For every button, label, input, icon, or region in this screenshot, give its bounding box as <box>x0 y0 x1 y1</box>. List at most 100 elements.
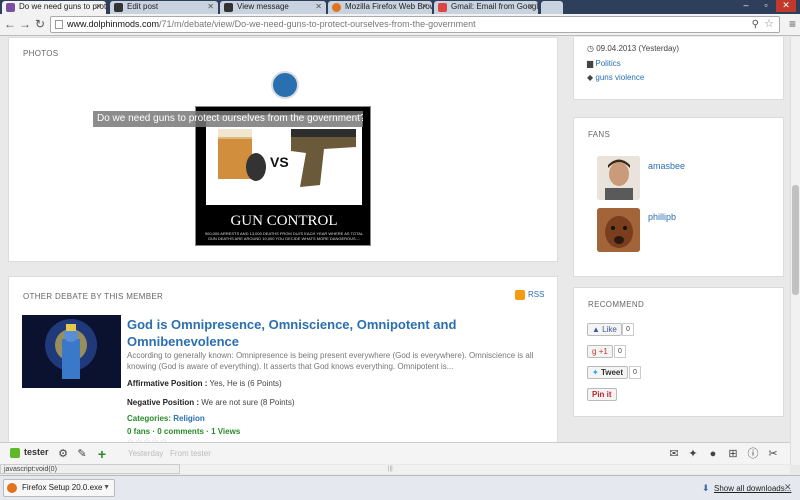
close-tab-icon[interactable]: ✕ <box>95 1 102 13</box>
username: tester <box>24 447 49 457</box>
download-arrow-icon: ⬇ <box>702 483 710 493</box>
bookmark-star-icon[interactable]: ☆ <box>764 17 774 32</box>
wrench-icon[interactable]: ✂ <box>766 447 780 461</box>
avatar[interactable] <box>597 156 640 200</box>
close-tab-icon[interactable]: ✕ <box>207 1 214 13</box>
pin-it-button[interactable]: Pin it <box>587 388 617 401</box>
back-icon[interactable]: ← <box>3 17 17 31</box>
fans-count-link[interactable]: 0 fans <box>127 427 150 436</box>
views-count: 1 Views <box>211 427 241 436</box>
categories-label: Categories: <box>127 414 172 423</box>
tab-view-message[interactable]: View message ✕ <box>220 1 326 14</box>
negative-label: Negative Position : <box>127 398 200 407</box>
menu-icon[interactable]: ≡ <box>789 17 796 31</box>
faint-text-from: From tester <box>170 449 211 458</box>
gear-icon[interactable]: ⚙ <box>56 447 70 461</box>
site-favicon-icon <box>6 3 15 12</box>
edit-icon[interactable]: ✎ <box>75 447 89 461</box>
mail-icon[interactable]: ✉ <box>667 447 681 461</box>
tab-debate[interactable]: Do we need guns to prote ✕ <box>2 1 106 14</box>
info-icon[interactable]: ⓘ <box>746 447 760 461</box>
forward-icon[interactable]: → <box>18 17 32 31</box>
tag-link[interactable]: guns violence <box>595 73 644 82</box>
zoom-icon[interactable]: ⚲ <box>752 17 759 32</box>
close-downloads-icon[interactable]: ✕ <box>784 482 792 493</box>
twitter-icon[interactable]: ✦ <box>686 447 700 461</box>
tag-icon: ◆ <box>587 73 594 82</box>
affirmative-position: Affirmative Position : Yes, He is (6 Poi… <box>127 379 282 388</box>
show-all-downloads-link[interactable]: Show all downloads... <box>714 484 791 493</box>
like-label: Like <box>602 325 617 334</box>
category-politics-link[interactable]: Politics <box>595 59 620 68</box>
tweet-count: 0 <box>629 366 641 379</box>
image-title: GUN CONTROL <box>230 213 338 229</box>
url-input[interactable]: www.dolphinmods.com/71/m/debate/view/Do-… <box>50 16 780 33</box>
close-tab-icon[interactable]: ✕ <box>527 1 534 13</box>
tab-bar: Do we need guns to prote ✕ Edit post ✕ V… <box>0 0 800 14</box>
tab-edit-post[interactable]: Edit post ✕ <box>110 1 218 14</box>
debate-title-link[interactable]: God is Omnipresence, Omniscience, Omnipo… <box>127 316 537 350</box>
horizontal-scrollbar[interactable]: ||| <box>180 465 790 474</box>
tag-line: ◆ guns violence <box>587 73 644 82</box>
fan-name-link[interactable]: phillipb <box>648 212 676 222</box>
close-tab-icon[interactable]: ✕ <box>421 1 428 13</box>
debate-photo[interactable]: VS GUN CONTROL 900,000 ARRESTS AND 13,00… <box>195 106 371 246</box>
comments-count-link[interactable]: 0 comments <box>157 427 204 436</box>
debate-thumbnail[interactable] <box>22 315 121 388</box>
reload-icon[interactable]: ↻ <box>33 17 47 31</box>
thumbs-up-icon: ▲ <box>592 325 600 334</box>
tweet-label: Tweet <box>600 368 624 377</box>
folder-icon: ▆ <box>587 59 594 68</box>
fan-photo-phillipb <box>597 208 640 252</box>
maximize-icon[interactable]: ▫ <box>756 0 776 12</box>
twitter-bird-icon: ✦ <box>592 368 599 377</box>
like-count: 0 <box>622 323 634 336</box>
address-toolbar: ← → ↻ www.dolphinmods.com/71/m/debate/vi… <box>0 14 800 36</box>
vs-text: VS <box>270 154 289 170</box>
close-tab-icon[interactable]: ✕ <box>315 1 322 13</box>
tab-mozilla[interactable]: Mozilla Firefox Web Brow ✕ <box>328 1 432 14</box>
add-icon[interactable]: + <box>95 447 109 461</box>
cart-icon[interactable]: ⊞ <box>726 447 740 461</box>
window-close-icon[interactable]: ✕ <box>776 0 796 12</box>
other-debate-title: OTHER DEBATE BY THIS MEMBER <box>23 292 164 301</box>
tab-label: View message <box>237 2 289 11</box>
tweet-button[interactable]: ✦ Tweet <box>587 366 629 379</box>
affirmative-value: Yes, He is (6 Points) <box>209 379 282 388</box>
new-tab-button[interactable] <box>541 1 563 14</box>
facebook-like-button[interactable]: ▲ Like <box>587 323 622 336</box>
photo-caption: Do we need guns to protect ourselves fro… <box>93 111 363 127</box>
post-date: 09.04.2013 (Yesterday) <box>596 44 680 53</box>
user-icon[interactable]: ● <box>706 447 720 461</box>
page-content: PHOTOS VS GUN CONTROL 900,000 ARRESTS AN… <box>0 37 790 442</box>
google-plus-icon: g <box>592 347 597 356</box>
firefox-installer-icon <box>7 483 17 493</box>
vertical-scrollbar[interactable] <box>790 37 800 465</box>
avatar[interactable] <box>597 208 640 252</box>
rss-link[interactable]: RSS <box>515 290 544 300</box>
download-item[interactable]: Firefox Setup 20.0.exe ▼ <box>3 479 115 497</box>
status-bar: javascript:void(0) <box>0 464 180 474</box>
minimize-icon[interactable]: – <box>736 0 756 12</box>
site-logo-icon <box>271 71 299 99</box>
terminal-icon <box>114 3 123 12</box>
user-menu[interactable]: tester <box>10 447 49 458</box>
deity-image <box>22 315 121 388</box>
photos-title: PHOTOS <box>23 49 59 58</box>
gplus-label: +1 <box>598 347 608 356</box>
clock-icon: ◷ <box>587 44 594 53</box>
tab-label: Do we need guns to prote <box>19 2 106 11</box>
categories: Categories: Religion <box>127 414 205 423</box>
scrollbar-thumb[interactable] <box>792 185 799 295</box>
scroll-grip-icon[interactable]: ||| <box>388 466 398 472</box>
gmail-icon <box>438 3 447 12</box>
negative-value: We are not sure (8 Points) <box>201 398 295 407</box>
fan-name-link[interactable]: amasbee <box>648 161 685 171</box>
google-plus-button[interactable]: g +1 <box>587 345 613 358</box>
faint-text-date: Yesterday <box>128 449 164 458</box>
tab-gmail[interactable]: Gmail: Email from Google ✕ <box>434 1 538 14</box>
url-host: www.dolphinmods.com <box>67 19 160 29</box>
chevron-down-icon[interactable]: ▼ <box>103 480 110 496</box>
category-link[interactable]: Religion <box>173 414 205 423</box>
status-dot-icon <box>10 448 20 458</box>
